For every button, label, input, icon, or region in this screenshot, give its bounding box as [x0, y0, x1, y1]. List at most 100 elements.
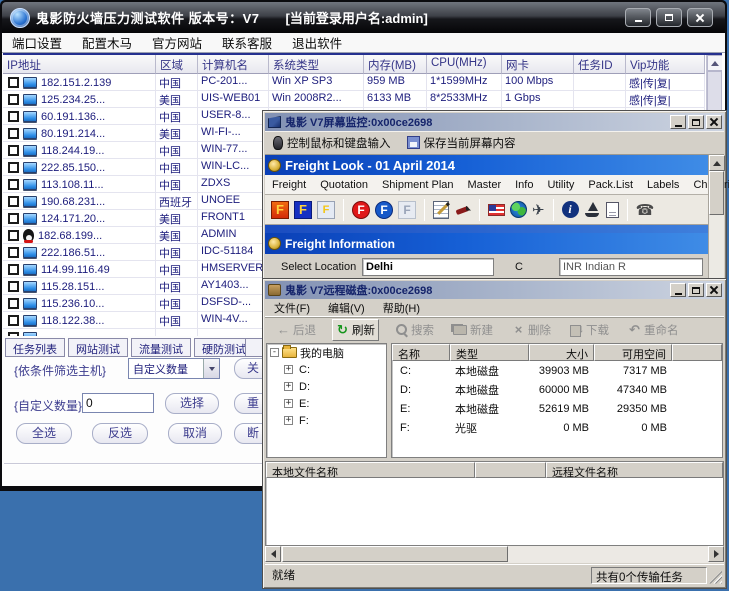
- disk-toolbar-button[interactable]: ← 后退: [274, 320, 319, 340]
- col-header-type[interactable]: 类型: [450, 344, 529, 361]
- collapse-icon[interactable]: -: [270, 348, 279, 357]
- host-region: 中国: [156, 108, 198, 125]
- resize-grip[interactable]: [709, 571, 722, 584]
- row-checkbox[interactable]: [8, 230, 19, 241]
- menu-item[interactable]: 退出软件: [282, 33, 352, 52]
- horizontal-scrollbar[interactable]: [265, 546, 724, 563]
- toolbar-button-label: 删除: [528, 322, 551, 338]
- row-checkbox[interactable]: [8, 179, 19, 190]
- col-header-cpu[interactable]: CPU(MHz): [427, 55, 502, 74]
- disk-toolbar-button[interactable]: 搜索: [392, 320, 437, 340]
- row-checkbox[interactable]: [8, 213, 19, 224]
- row-checkbox[interactable]: [8, 315, 19, 326]
- maximize-button[interactable]: [688, 115, 704, 129]
- tree-drive-item[interactable]: + F:: [267, 412, 386, 429]
- menu-item[interactable]: 编辑(V): [319, 300, 374, 316]
- scroll-thumb[interactable]: [709, 171, 724, 215]
- row-checkbox[interactable]: [8, 111, 19, 122]
- custom-count-input[interactable]: [82, 393, 154, 413]
- col-header-computer[interactable]: 计算机名: [198, 55, 269, 74]
- expand-icon[interactable]: +: [284, 365, 293, 374]
- scroll-up-button[interactable]: [709, 155, 725, 171]
- host-row[interactable]: 182.151.2.139 中国 PC-201... Win XP SP3 95…: [3, 74, 705, 91]
- disk-toolbar-button[interactable]: 新建: [450, 320, 496, 340]
- minimize-button[interactable]: [670, 115, 686, 129]
- scroll-thumb[interactable]: [282, 546, 508, 562]
- tree-drive-item[interactable]: + C:: [267, 361, 386, 378]
- combobox-dropdown-button[interactable]: [203, 359, 219, 378]
- row-checkbox[interactable]: [8, 128, 19, 139]
- minimize-button[interactable]: [670, 283, 686, 297]
- invert-selection-button[interactable]: 反选: [92, 423, 148, 444]
- tree-drive-item[interactable]: + E:: [267, 395, 386, 412]
- drive-row[interactable]: D: 本地磁盘 60000 MB 47340 MB: [392, 380, 722, 399]
- scroll-track[interactable]: [508, 546, 708, 563]
- close-button[interactable]: [706, 283, 722, 297]
- main-titlebar[interactable]: 鬼影防火墙压力测试软件 版本号：V7 [当前登录用户名:admin]: [2, 2, 725, 33]
- menu-item[interactable]: 官方网站: [142, 33, 212, 52]
- host-monitor-icon: [23, 247, 37, 258]
- tab[interactable]: 网站测试: [68, 338, 128, 357]
- col-header-memory[interactable]: 内存(MB): [364, 55, 427, 74]
- disk-toolbar-button[interactable]: 下载: [567, 320, 612, 340]
- row-checkbox[interactable]: [8, 298, 19, 309]
- tree-drive-item[interactable]: + D:: [267, 378, 386, 395]
- disk-toolbar-button[interactable]: ↻ 刷新: [332, 319, 379, 341]
- host-region: 西班牙: [156, 193, 198, 210]
- tab[interactable]: 任务列表: [5, 338, 65, 357]
- col-header-nic[interactable]: 网卡: [502, 55, 574, 74]
- host-monitor-icon: [23, 281, 37, 292]
- cancel-button[interactable]: 取消: [168, 423, 222, 444]
- tree-root-my-computer[interactable]: - 我的电脑: [267, 344, 386, 361]
- col-header-vip[interactable]: Vip功能: [626, 55, 705, 74]
- expand-icon[interactable]: +: [284, 382, 293, 391]
- drive-row[interactable]: F: 光驱 0 MB 0 MB: [392, 418, 722, 437]
- scroll-left-button[interactable]: [265, 546, 281, 562]
- col-header-region[interactable]: 区域: [156, 55, 198, 74]
- row-checkbox[interactable]: [8, 247, 19, 258]
- col-header-size[interactable]: 大小: [529, 344, 594, 361]
- menu-item[interactable]: 联系客服: [212, 33, 282, 52]
- select-button[interactable]: 选择: [165, 393, 219, 414]
- col-header-ip[interactable]: IP地址: [3, 55, 156, 74]
- expand-icon[interactable]: +: [284, 416, 293, 425]
- row-checkbox[interactable]: [8, 281, 19, 292]
- menu-item[interactable]: 端口设置: [2, 33, 72, 52]
- menu-item[interactable]: 帮助(H): [374, 300, 429, 316]
- row-checkbox[interactable]: [8, 77, 19, 88]
- drive-row[interactable]: E: 本地磁盘 52619 MB 29350 MB: [392, 399, 722, 418]
- row-checkbox[interactable]: [8, 94, 19, 105]
- disk-titlebar[interactable]: 鬼影 V7远程磁盘:0x00ce2698: [265, 281, 724, 299]
- maximize-button[interactable]: [656, 8, 682, 27]
- col-header-system[interactable]: 系统类型: [269, 55, 364, 74]
- monitor-toolbar-button[interactable]: 控制鼠标和键盘输入: [273, 135, 391, 151]
- scroll-right-button[interactable]: [708, 546, 724, 562]
- monitor-titlebar[interactable]: 鬼影 V7屏幕监控:0x00ce2698: [265, 113, 724, 131]
- select-all-button[interactable]: 全选: [16, 423, 72, 444]
- maximize-button[interactable]: [688, 283, 704, 297]
- col-header-name[interactable]: 名称: [392, 344, 450, 361]
- close-button[interactable]: [687, 8, 713, 27]
- scroll-up-button[interactable]: [707, 55, 722, 71]
- monitor-toolbar-button[interactable]: 保存当前屏幕内容: [407, 135, 516, 151]
- drive-row[interactable]: C: 本地磁盘 39903 MB 7317 MB: [392, 361, 722, 380]
- row-checkbox[interactable]: [8, 264, 19, 275]
- minimize-button[interactable]: [625, 8, 651, 27]
- tab[interactable]: 流量测试: [131, 338, 191, 357]
- menu-item[interactable]: 文件(F): [265, 300, 319, 316]
- row-checkbox[interactable]: [8, 145, 19, 156]
- remote-file-header[interactable]: 远程文件名称: [546, 462, 723, 478]
- row-checkbox[interactable]: [8, 196, 19, 207]
- row-checkbox[interactable]: [8, 162, 19, 173]
- filter-combobox[interactable]: 自定义数量: [128, 358, 220, 379]
- host-row[interactable]: 125.234.25... 美国 UIS-WEB01 Win 2008R2...…: [3, 91, 705, 108]
- col-header-free[interactable]: 可用空间: [594, 344, 672, 361]
- count-label: {自定义数量}: [14, 397, 82, 414]
- local-file-header[interactable]: 本地文件名称: [266, 462, 475, 478]
- expand-icon[interactable]: +: [284, 399, 293, 408]
- disk-toolbar-button[interactable]: ↶ 重命名: [625, 320, 682, 340]
- close-button[interactable]: [706, 115, 722, 129]
- col-header-taskid[interactable]: 任务ID: [574, 55, 626, 74]
- disk-toolbar-button[interactable]: × 删除: [509, 320, 554, 340]
- menu-item[interactable]: 配置木马: [72, 33, 142, 52]
